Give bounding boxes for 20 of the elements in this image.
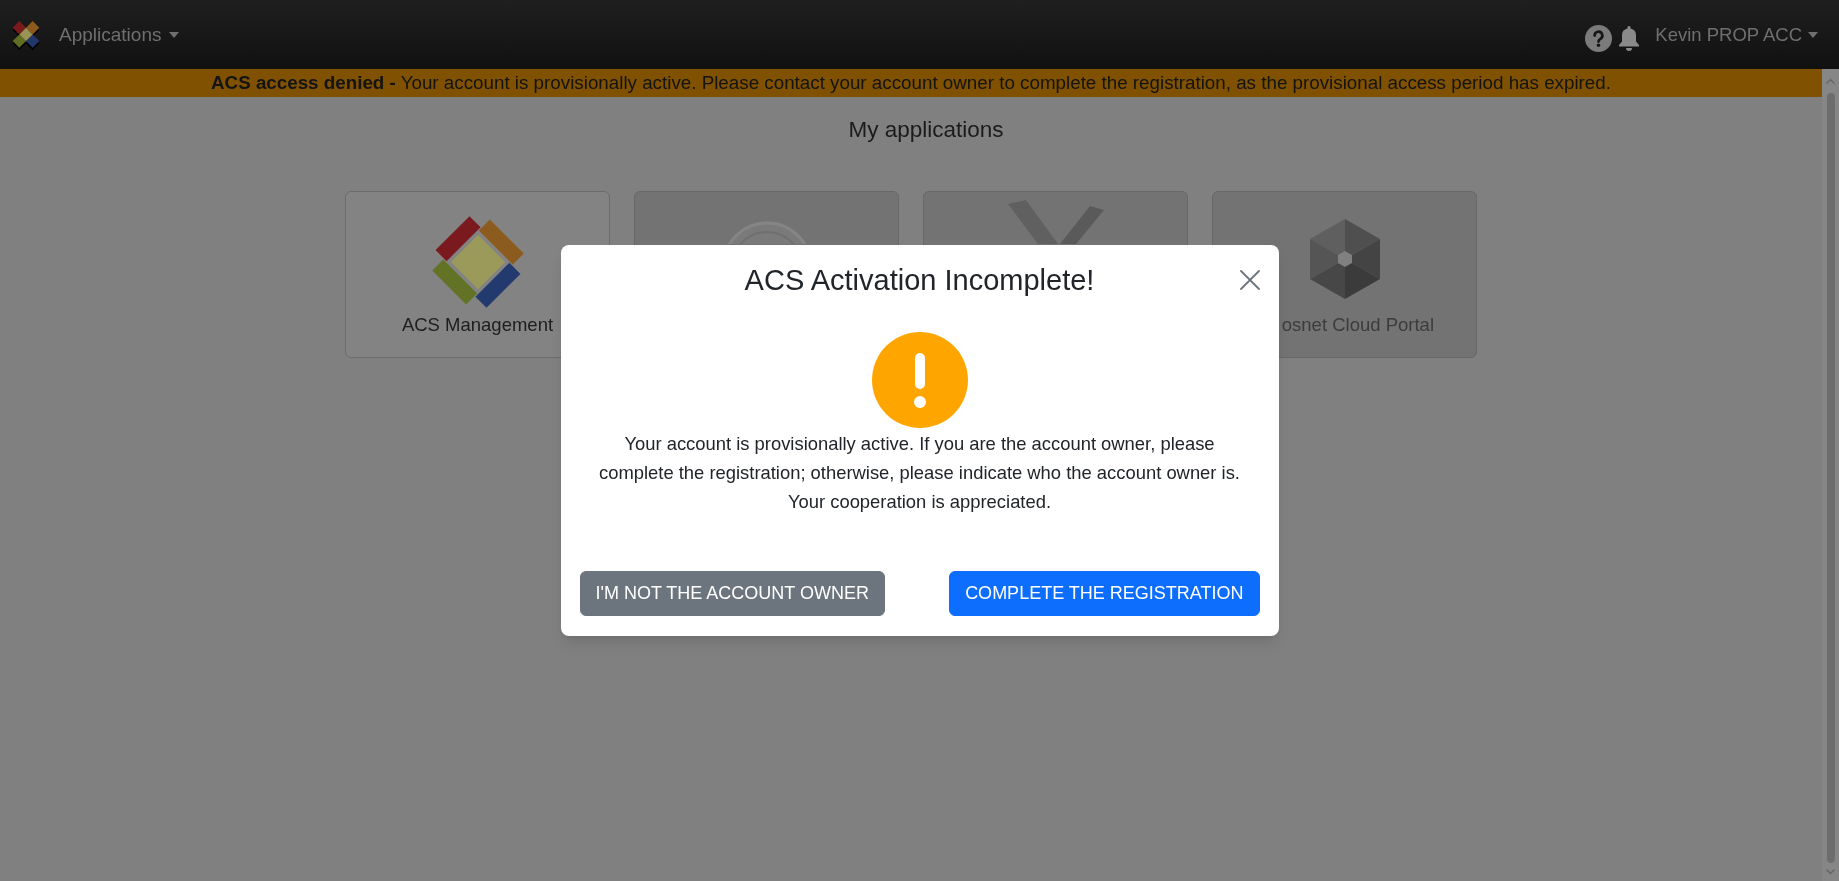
alert-message: ACS access denied - Your account is provisionally active. Please contact your account owner to complete the registration, as the provisional access period has expired. bbox=[211, 72, 1611, 94]
applications-menu[interactable]: Applications bbox=[59, 22, 180, 47]
chevron-logo-icon bbox=[1005, 200, 1106, 244]
modal-message: Your account is provisionally active. If you are the account owner, please complete the registration; otherwise, please indicate who the account owner is. Your cooperation is appreciated. bbox=[598, 432, 1241, 514]
close-icon bbox=[1239, 270, 1260, 290]
modal-title: ACS Activation Incomplete! bbox=[744, 263, 1095, 298]
caret-icon bbox=[1808, 31, 1818, 38]
page-heading: My applications bbox=[848, 116, 1004, 144]
cube-logo-icon bbox=[1309, 219, 1380, 299]
diamond-logo-icon bbox=[429, 214, 526, 310]
close-button[interactable] bbox=[1239, 270, 1260, 290]
caret-icon bbox=[169, 31, 180, 38]
scrollbar-thumb[interactable] bbox=[1826, 93, 1835, 863]
help-icon[interactable] bbox=[1585, 25, 1613, 52]
not-owner-button[interactable]: I'M NOT THE ACCOUNT OWNER bbox=[579, 571, 885, 616]
complete-registration-button[interactable]: COMPLETE THE REGISTRATION bbox=[949, 571, 1260, 616]
bell-icon[interactable] bbox=[1618, 26, 1641, 51]
warning-icon bbox=[871, 332, 968, 428]
user-menu[interactable]: Kevin PROP ACC bbox=[1655, 22, 1818, 47]
logo-icon bbox=[11, 19, 41, 50]
